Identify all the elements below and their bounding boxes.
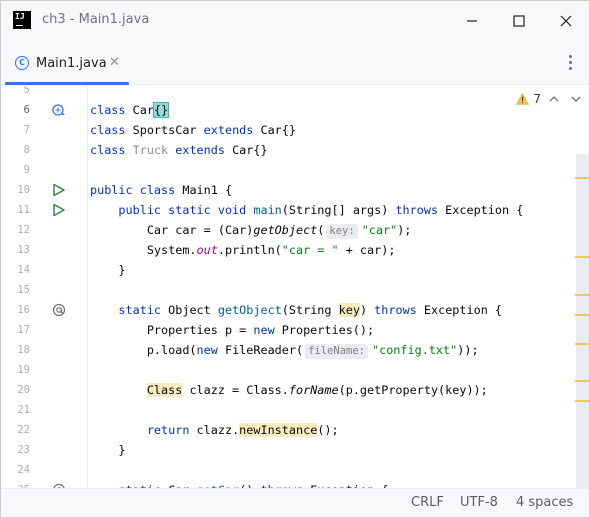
- line-number: 15: [17, 284, 30, 296]
- encoding-widget[interactable]: UTF-8: [460, 495, 498, 510]
- more-options-icon[interactable]: [569, 55, 573, 71]
- code-text: class SportsCar extends Car{}: [90, 123, 296, 137]
- code-text: return clazz.newInstance();: [146, 423, 339, 437]
- code-line: 20 Class clazz = Class.forName(p.getProp…: [1, 380, 589, 400]
- code-text: class Truck extends Car{}: [90, 143, 268, 157]
- tab-main1-java[interactable]: C Main1.java ✕: [1, 41, 131, 85]
- line-number: 13: [17, 244, 30, 256]
- code-line: 19: [1, 360, 589, 380]
- tab-label: Main1.java: [36, 56, 107, 71]
- code-line: 9: [1, 160, 589, 180]
- intellij-logo-icon[interactable]: IJ: [13, 11, 31, 29]
- line-number: 19: [17, 364, 30, 376]
- tab-close-icon[interactable]: ✕: [109, 55, 120, 70]
- vertical-scrollbar[interactable]: [576, 154, 589, 488]
- chevron-down-icon[interactable]: [569, 92, 583, 106]
- minimize-button[interactable]: [458, 7, 486, 35]
- code-line: 11 public static void main(String[] args…: [1, 200, 589, 220]
- line-number: 10: [17, 184, 30, 196]
- parameter-hint: key:: [326, 224, 358, 239]
- line-number: 24: [17, 464, 30, 476]
- line-number: 22: [17, 424, 30, 436]
- close-button[interactable]: [552, 7, 580, 35]
- warning-marker[interactable]: [575, 380, 589, 382]
- maximize-icon: [513, 15, 525, 27]
- warning-count: 7: [533, 92, 541, 106]
- editor-tab-bar: C Main1.java ✕: [1, 41, 589, 85]
- code-text: static Object getObject(String key) thro…: [118, 303, 503, 317]
- code-text: Car car = (Car)getObject(key: "car");: [90, 223, 412, 239]
- code-editor[interactable]: 5 6 class Car{} 7 class SportsCar extend…: [1, 86, 589, 488]
- inspection-widget[interactable]: 7: [516, 89, 583, 109]
- warning-marker[interactable]: [575, 400, 589, 402]
- line-number: 16: [17, 304, 30, 316]
- window-title: ch3 - Main1.java: [42, 12, 150, 27]
- code-text: public static void main(String[] args) t…: [118, 203, 524, 217]
- code-line: 8 class Truck extends Car{}: [1, 140, 589, 160]
- indent-widget[interactable]: 4 spaces: [516, 495, 573, 510]
- ide-window: IJ ch3 - Main1.java C Main1.java ✕ 5 6 c…: [0, 0, 590, 518]
- code-text: System.out.println("car = " + car);: [90, 243, 396, 257]
- code-text: p.load(new FileReader(fileName: "config.t…: [90, 343, 479, 359]
- run-icon[interactable]: [51, 203, 67, 217]
- maximize-button[interactable]: [505, 7, 533, 35]
- code-text: Class clazz = Class.forName(p.getPropert…: [146, 383, 488, 397]
- code-line: 14 }: [1, 260, 589, 280]
- minimize-icon: [467, 20, 477, 22]
- code-line: 17 Properties p = new Properties();: [1, 320, 589, 340]
- code-line: 16 static Object getObject(String key) t…: [1, 300, 589, 320]
- line-number: 25: [1, 480, 30, 488]
- code-line: 21: [1, 400, 589, 420]
- line-number: 5: [23, 86, 30, 96]
- code-line: 6 class Car{}: [1, 100, 589, 120]
- line-number: 6: [23, 104, 30, 116]
- warning-marker[interactable]: [575, 343, 589, 345]
- line-number: 21: [17, 404, 30, 416]
- line-separator-widget[interactable]: CRLF: [411, 495, 444, 510]
- code-text: }: [90, 263, 126, 277]
- code-line: 12 Car car = (Car)getObject(key: "car");: [1, 220, 589, 240]
- line-number: 11: [17, 204, 30, 216]
- code-line: 13 System.out.println("car = " + car);: [1, 240, 589, 260]
- code-line: 25 static Car getCar() throws Exception …: [1, 480, 589, 488]
- warning-marker[interactable]: [575, 177, 589, 179]
- line-number: 14: [17, 264, 30, 276]
- title-bar: IJ ch3 - Main1.java: [1, 1, 589, 41]
- code-line: 5: [1, 86, 589, 100]
- run-icon[interactable]: [51, 183, 67, 197]
- java-class-icon: C: [15, 56, 29, 70]
- code-text: Properties p = new Properties();: [90, 323, 375, 337]
- code-line: 15: [1, 280, 589, 300]
- code-line: 24: [1, 460, 589, 480]
- annotation-icon[interactable]: [51, 303, 67, 317]
- warning-icon: [516, 93, 530, 105]
- line-number: 18: [17, 344, 30, 356]
- code-line: 23 }: [1, 440, 589, 460]
- close-icon: [560, 15, 572, 27]
- line-number: 7: [23, 124, 30, 136]
- text-caret: [168, 102, 170, 116]
- code-text: }: [90, 443, 126, 457]
- code-line: 18 p.load(new FileReader(fileName: "confi…: [1, 340, 589, 360]
- line-number: 17: [17, 324, 30, 336]
- warning-marker[interactable]: [575, 294, 589, 296]
- status-bar: CRLF UTF-8 4 spaces: [1, 488, 589, 517]
- chevron-up-icon[interactable]: [547, 92, 561, 106]
- code-line: 22 return clazz.newInstance();: [1, 420, 589, 440]
- warning-marker[interactable]: [575, 314, 589, 316]
- code-text: public class Main1 {: [90, 183, 233, 197]
- line-number: 12: [17, 224, 30, 236]
- active-tab-indicator: [5, 82, 129, 85]
- line-number: 23: [17, 444, 30, 456]
- line-number: 8: [23, 144, 30, 156]
- code-line: 10 public class Main1 {: [1, 180, 589, 200]
- parameter-hint: fileName:: [305, 344, 368, 359]
- line-number: 20: [17, 384, 30, 396]
- code-text: static Car getCar() throws Exception {: [90, 480, 388, 488]
- warning-marker[interactable]: [575, 256, 589, 258]
- code-line: 7 class SportsCar extends Car{}: [1, 120, 589, 140]
- code-text: class Car{}: [90, 102, 170, 118]
- line-number: 9: [23, 164, 30, 176]
- class-hierarchy-icon[interactable]: [51, 103, 67, 117]
